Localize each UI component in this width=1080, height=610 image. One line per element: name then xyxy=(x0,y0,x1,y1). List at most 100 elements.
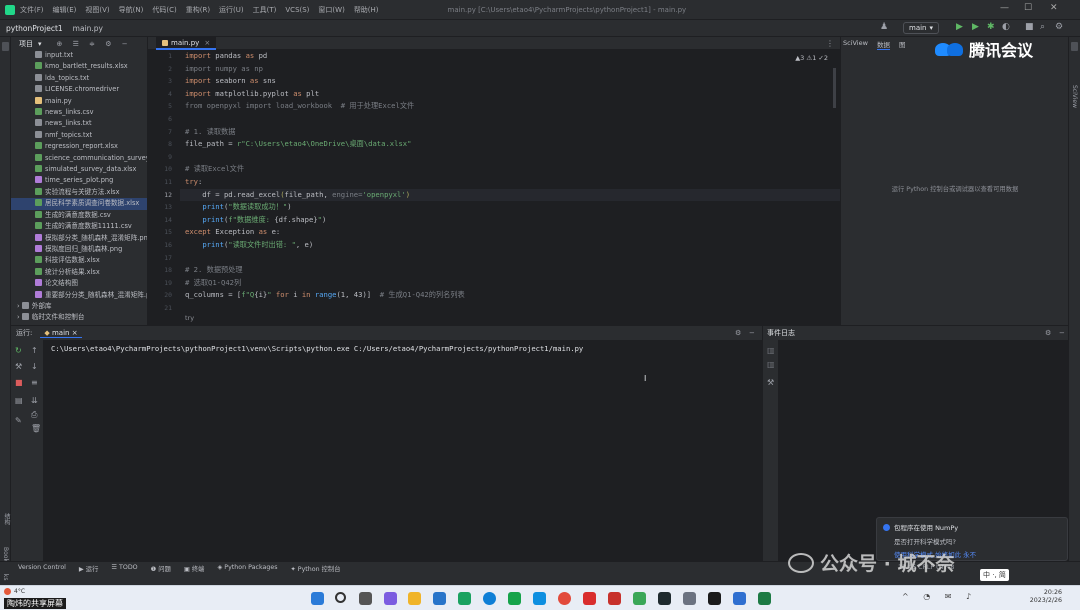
debug-icon[interactable]: ✱ xyxy=(987,22,995,32)
pin-icon[interactable]: ✎ xyxy=(15,416,22,425)
hide-panel-icon[interactable]: − xyxy=(749,329,755,337)
menu-item[interactable]: 窗口(W) xyxy=(318,6,344,14)
wrench-icon[interactable]: ⚒ xyxy=(15,362,22,371)
project-file-item[interactable]: 生成的满意度数据.csv xyxy=(11,210,147,221)
code-editor[interactable]: 1 2 3 4 5 6 7 8 9 10 11 12 13 14 15 16 17 18 19 20 21 import… xyxy=(148,50,840,325)
clear-icon[interactable]: ▥ xyxy=(767,360,775,369)
project-file-item[interactable]: kmo_bartlett_results.xlsx xyxy=(11,61,147,72)
app-icon[interactable] xyxy=(708,592,721,605)
chrome-icon[interactable] xyxy=(558,592,571,605)
close-icon[interactable]: ✕ xyxy=(1050,3,1058,13)
minimize-icon[interactable]: — xyxy=(1000,3,1009,13)
project-folder-item[interactable]: › 外部库 xyxy=(11,301,147,312)
system-tray[interactable]: ^ ◔ ✉ ♪ xyxy=(902,592,977,601)
close-icon[interactable]: × xyxy=(204,39,210,47)
project-file-item[interactable]: simulated_survey_data.xlsx xyxy=(11,164,147,175)
project-file-item[interactable]: news_links.csv xyxy=(11,107,147,118)
app-icon[interactable] xyxy=(458,592,471,605)
project-file-item[interactable]: input.txt xyxy=(11,50,147,61)
notifications-icon[interactable] xyxy=(1071,42,1078,51)
project-header-actions[interactable]: ⊕ ☰ ≑ ⚙ − xyxy=(57,40,132,48)
hide-panel-icon[interactable]: − xyxy=(1059,329,1065,337)
wrench-icon[interactable]: ⚒ xyxy=(767,378,774,387)
run-tab-main[interactable]: ◆ main × xyxy=(40,329,82,338)
settings-icon[interactable]: ⚙ xyxy=(735,329,741,337)
inspection-widget[interactable]: ▲3 ⚠1 ✓2 xyxy=(795,54,828,62)
project-file-item[interactable]: 论文结构图 xyxy=(11,278,147,289)
chat-app-icon[interactable] xyxy=(384,592,397,605)
file-explorer-icon[interactable] xyxy=(408,592,421,605)
pycharm-icon[interactable] xyxy=(658,592,671,605)
menu-item[interactable]: 运行(U) xyxy=(219,6,244,14)
project-file-item[interactable]: 科技评估数据.xlsx xyxy=(11,255,147,266)
stop-icon[interactable]: ■ xyxy=(15,378,23,387)
scroll-up-icon[interactable]: ↑ xyxy=(31,346,38,355)
tool-window-button[interactable]: ▣ 终端 xyxy=(184,564,205,573)
menu-item[interactable]: 重构(R) xyxy=(186,6,210,14)
more-icon[interactable]: ⋮ xyxy=(826,39,834,48)
run-console[interactable]: C:\Users\etao4\PycharmProjects\pythonPro… xyxy=(44,340,762,561)
menu-item[interactable]: 导航(N) xyxy=(119,6,144,14)
tencent-meeting-icon[interactable] xyxy=(733,592,746,605)
user-icon[interactable]: ♟ xyxy=(880,22,888,32)
app-icon[interactable] xyxy=(508,592,521,605)
project-file-item[interactable]: time_series_plot.png xyxy=(11,175,147,186)
tab-sciview[interactable]: SciView xyxy=(843,39,868,50)
project-file-item[interactable]: 实验流程与关键方法.xlsx xyxy=(11,187,147,198)
branch-selector[interactable]: main ▾ xyxy=(903,22,940,34)
coverage-icon[interactable]: ◐ xyxy=(1002,22,1010,32)
project-tool-icon[interactable] xyxy=(2,42,9,51)
tool-window-button[interactable]: Version Control xyxy=(18,564,66,573)
run-icon[interactable]: ▶ xyxy=(972,22,979,32)
tool-window-button[interactable]: ◈ Python Packages xyxy=(217,564,277,573)
project-file-item[interactable]: lda_topics.txt xyxy=(11,73,147,84)
editor-scrollbar[interactable] xyxy=(833,68,836,108)
breadcrumb-file[interactable]: main.py xyxy=(73,24,103,33)
task-view-icon[interactable] xyxy=(359,592,372,605)
search-icon[interactable] xyxy=(335,592,346,603)
menu-item[interactable]: 帮助(H) xyxy=(354,6,379,14)
project-file-item[interactable]: 模拟部分类_随机森林_混淆矩阵.pn xyxy=(11,233,147,244)
app-icon[interactable] xyxy=(533,592,546,605)
menu-item[interactable]: 视图(V) xyxy=(85,6,109,14)
app-icon[interactable] xyxy=(683,592,696,605)
taskbar-clock[interactable]: 20:26 2023/2/26 xyxy=(1024,589,1062,605)
run-config-icon[interactable]: ▶ xyxy=(956,22,963,32)
edge-icon[interactable] xyxy=(483,592,496,605)
code-content[interactable]: import pandas as pd import numpy as np imp… xyxy=(185,50,465,314)
stop-icon[interactable]: ■ xyxy=(1025,22,1034,32)
code-breadcrumb[interactable]: try xyxy=(185,314,194,322)
project-file-item[interactable]: LICENSE.chromedriver xyxy=(11,84,147,95)
ime-indicator[interactable]: 中 ·, 简 xyxy=(980,569,1009,581)
menu-item[interactable]: 代码(C) xyxy=(152,6,176,14)
project-file-item[interactable]: 生成的满意度数据11111.csv xyxy=(11,221,147,232)
tab-data[interactable]: 数据 xyxy=(876,39,890,50)
scroll-end-icon[interactable]: ⇊ xyxy=(31,396,38,405)
settings-icon[interactable]: ⚙ xyxy=(1055,22,1063,32)
tool-window-button[interactable]: ☰ TODO xyxy=(111,564,137,573)
project-header-label[interactable]: 项目 xyxy=(19,39,33,49)
menu-item[interactable]: VCS(S) xyxy=(285,6,309,14)
breadcrumb-project[interactable]: pythonProject1 xyxy=(6,24,63,33)
menu-item[interactable]: 工具(T) xyxy=(253,6,277,14)
search-icon[interactable]: ⌕ xyxy=(1040,22,1045,32)
menu-item[interactable]: 编辑(E) xyxy=(53,6,77,14)
project-file-item[interactable]: news_links.txt xyxy=(11,118,147,129)
chevron-down-icon[interactable]: ▾ xyxy=(38,40,42,48)
project-file-item[interactable]: science_communication_survey xyxy=(11,153,147,164)
project-file-item[interactable]: 居民科学素质调查问卷数据.xlsx xyxy=(11,198,147,210)
windows-start-icon[interactable] xyxy=(311,592,324,605)
soft-wrap-icon[interactable]: ≡ xyxy=(31,378,38,387)
weather-widget[interactable]: 4°C xyxy=(4,588,25,595)
mark-read-icon[interactable]: ▥ xyxy=(767,346,775,355)
excel-icon[interactable] xyxy=(758,592,771,605)
tool-window-button[interactable]: ▶ 运行 xyxy=(79,564,98,573)
scroll-down-icon[interactable]: ↓ xyxy=(31,362,38,371)
structure-tool-label[interactable]: 结构 xyxy=(2,513,11,525)
store-icon[interactable] xyxy=(433,592,446,605)
project-file-item[interactable]: 重要部分分类_随机森林_混淆矩阵.pn xyxy=(11,290,147,301)
project-file-item[interactable]: nmf_topics.txt xyxy=(11,130,147,141)
trash-icon[interactable]: 🗑 xyxy=(31,424,41,433)
tool-window-button[interactable]: ✦ Python 控制台 xyxy=(291,564,341,573)
app-icon[interactable] xyxy=(583,592,596,605)
